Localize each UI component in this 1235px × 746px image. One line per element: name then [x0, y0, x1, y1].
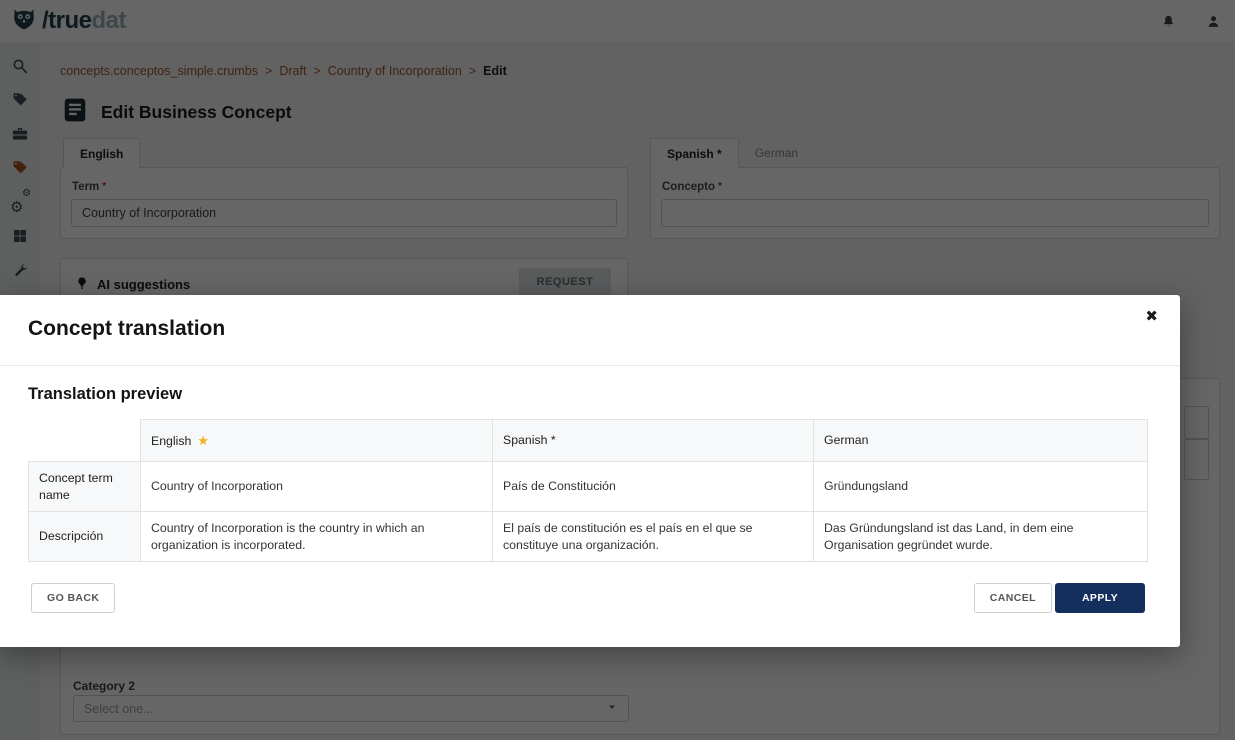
cell-en: Country of Incorporation is the country …: [140, 511, 493, 563]
star-icon: ★: [197, 432, 209, 448]
corner-cell: [28, 419, 141, 462]
row-label: Descripción: [28, 511, 141, 563]
close-icon[interactable]: ✖: [1145, 307, 1158, 325]
translation-preview-table: English ★ Spanish * German Concept term n…: [28, 419, 1148, 563]
table-row-description: Descripción Country of Incorporation is …: [28, 511, 1148, 563]
app-window: /truedat: [0, 0, 1235, 740]
go-back-button[interactable]: GO BACK: [31, 583, 116, 613]
cell-es: El país de constitución es el país en el…: [492, 511, 814, 563]
concept-translation-modal: ✖ Concept translation Translation previe…: [0, 295, 1180, 647]
cancel-button[interactable]: CANCEL: [973, 583, 1052, 613]
cell-de: Das Gründungsland ist das Land, in dem e…: [813, 511, 1148, 563]
cell-en: Country of Incorporation: [140, 460, 493, 513]
divider: [0, 365, 1180, 366]
table-header-row: English ★ Spanish * German: [28, 419, 1148, 462]
cell-es: País de Constitución: [492, 460, 814, 513]
cell-de: Gründungsland: [813, 460, 1148, 513]
modal-title: Concept translation: [28, 317, 226, 340]
column-header-german: German: [813, 419, 1148, 462]
apply-button[interactable]: APPLY: [1054, 583, 1145, 613]
table-row-concept-term: Concept term name Country of Incorporati…: [28, 460, 1148, 513]
column-header-spanish: Spanish *: [492, 419, 814, 462]
row-label: Concept term name: [28, 460, 141, 513]
translation-preview-heading: Translation preview: [28, 385, 183, 403]
column-header-english: English ★: [140, 419, 493, 462]
